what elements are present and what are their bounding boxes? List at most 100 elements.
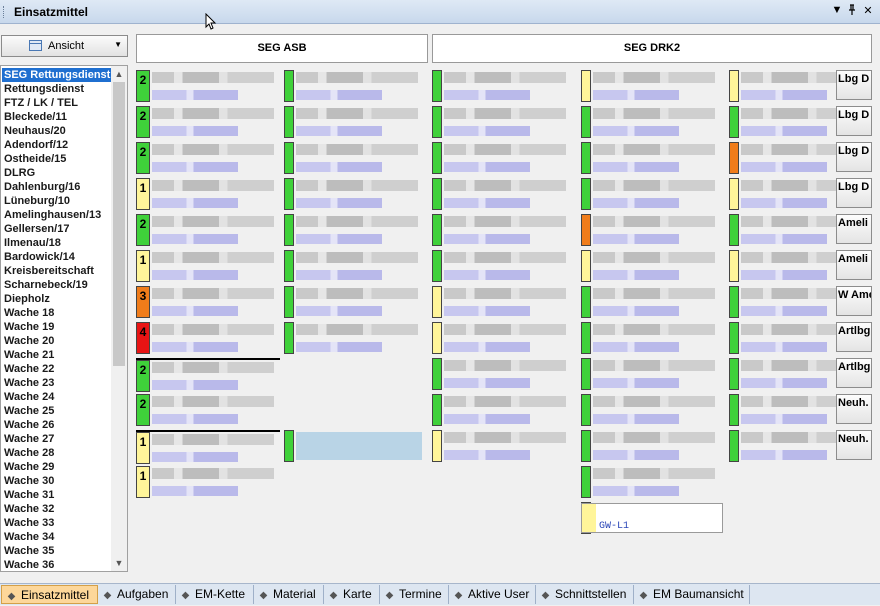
vehicle-side-button[interactable]: Ameli — [836, 214, 872, 244]
station-list-item[interactable]: Wache 30 — [4, 474, 54, 488]
vehicle-card[interactable] — [432, 394, 576, 426]
vehicle-card[interactable] — [581, 322, 725, 354]
station-list-item[interactable]: Kreisbereitschaft — [4, 264, 94, 278]
vehicle-card[interactable] — [284, 214, 428, 246]
tab-material[interactable]: ◆ Material — [254, 585, 324, 604]
vehicle-card[interactable]: 2 — [136, 142, 280, 174]
station-list-item[interactable]: Diepholz — [4, 292, 50, 306]
vehicle-card[interactable]: 1 — [136, 466, 280, 498]
station-list-item[interactable]: Wache 32 — [4, 502, 54, 516]
station-list-item[interactable]: Wache 18 — [4, 306, 54, 320]
vehicle-side-button[interactable]: Artlbg — [836, 322, 872, 352]
tab-schnittstellen[interactable]: ◆ Schnittstellen — [536, 585, 634, 604]
vehicle-side-button[interactable]: W Ame — [836, 286, 872, 316]
tab-einsatzmittel[interactable]: ◆ Einsatzmittel — [1, 585, 98, 604]
vehicle-side-button[interactable]: Ameli — [836, 250, 872, 280]
station-list-item[interactable]: Lüneburg/10 — [4, 194, 70, 208]
tab-aktive-user[interactable]: ◆ Aktive User — [449, 585, 536, 604]
station-list-item[interactable]: Bleckede/11 — [4, 110, 67, 124]
vehicle-card[interactable] — [284, 322, 428, 354]
vehicle-card[interactable]: 4 — [136, 322, 280, 354]
station-list-item[interactable]: FTZ / LK / TEL — [4, 96, 78, 110]
station-list-item[interactable]: Amelinghausen/13 — [4, 208, 101, 222]
vehicle-card[interactable] — [432, 358, 576, 390]
close-icon[interactable]: ✕ — [861, 4, 875, 17]
vehicle-card[interactable]: 2 — [136, 358, 280, 392]
vehicle-card[interactable] — [432, 322, 576, 354]
vehicle-card[interactable] — [432, 178, 576, 210]
scroll-thumb[interactable] — [113, 82, 125, 366]
station-list-item[interactable]: Wache 36 — [4, 558, 54, 571]
station-list-item[interactable]: Wache 34 — [4, 530, 54, 544]
station-list-item[interactable]: DLRG — [4, 166, 35, 180]
vehicle-card[interactable]: 1 — [136, 430, 280, 464]
vehicle-card[interactable] — [284, 286, 428, 318]
vehicle-card[interactable] — [581, 178, 725, 210]
pin-icon[interactable] — [845, 4, 859, 19]
vehicle-card[interactable] — [581, 394, 725, 426]
station-list-item[interactable]: Wache 23 — [4, 376, 54, 390]
tab-em-kette[interactable]: ◆ EM-Kette — [176, 585, 254, 604]
vehicle-card[interactable] — [581, 466, 725, 498]
station-list-item[interactable]: Dahlenburg/16 — [4, 180, 80, 194]
vehicle-card[interactable] — [432, 430, 576, 462]
vehicle-card[interactable] — [432, 142, 576, 174]
group-header-seg-asb[interactable]: SEG ASB — [136, 34, 428, 63]
station-list-item[interactable]: Gellersen/17 — [4, 222, 69, 236]
vehicle-side-button[interactable]: Neuh. — [836, 430, 872, 460]
station-list-item[interactable]: Neuhaus/20 — [4, 124, 66, 138]
scroll-up-icon[interactable]: ▲ — [111, 66, 127, 82]
vehicle-card[interactable]: 2 — [136, 106, 280, 138]
vehicle-card[interactable] — [581, 214, 725, 246]
vehicle-card[interactable] — [432, 250, 576, 282]
vehicle-card[interactable] — [284, 430, 428, 462]
vehicle-card[interactable]: 1 — [136, 250, 280, 282]
dropdown-arrow-icon[interactable]: ▼ — [830, 4, 844, 16]
vehicle-card[interactable] — [284, 70, 428, 102]
station-list-item[interactable]: Wache 29 — [4, 460, 54, 474]
station-list-item[interactable]: Wache 19 — [4, 320, 54, 334]
vehicle-card[interactable] — [284, 106, 428, 138]
station-list-item[interactable]: Wache 28 — [4, 446, 54, 460]
vehicle-card[interactable] — [581, 430, 725, 462]
vehicle-side-button[interactable]: Artlbg — [836, 358, 872, 388]
vehicle-card[interactable] — [432, 106, 576, 138]
vehicle-side-button[interactable]: Lbg D — [836, 106, 872, 136]
tab-aufgaben[interactable]: ◆ Aufgaben — [98, 585, 176, 604]
vehicle-card[interactable] — [432, 286, 576, 318]
vehicle-card[interactable] — [581, 106, 725, 138]
tab-karte[interactable]: ◆ Karte — [324, 585, 380, 604]
station-list-item[interactable]: Wache 31 — [4, 488, 54, 502]
station-list-item[interactable]: Bardowick/14 — [4, 250, 75, 264]
vehicle-card[interactable] — [284, 142, 428, 174]
vehicle-card[interactable] — [581, 142, 725, 174]
station-list-item[interactable]: Wache 25 — [4, 404, 54, 418]
view-dropdown[interactable]: Ansicht ▼ — [1, 35, 128, 57]
station-list-item[interactable]: Adendorf/12 — [4, 138, 68, 152]
vehicle-card[interactable] — [284, 250, 428, 282]
scroll-down-icon[interactable]: ▼ — [111, 555, 127, 571]
vehicle-side-button[interactable]: Lbg D — [836, 70, 872, 100]
station-list-item[interactable]: Wache 24 — [4, 390, 54, 404]
station-list-item[interactable]: Wache 35 — [4, 544, 54, 558]
vehicle-card[interactable] — [432, 70, 576, 102]
station-list-item[interactable]: Ilmenau/18 — [4, 236, 61, 250]
station-list-item[interactable]: Rettungsdienst — [4, 82, 84, 96]
vehicle-card[interactable] — [581, 70, 725, 102]
station-list-scrollbar[interactable]: ▲ ▼ — [111, 66, 127, 571]
station-list-item[interactable]: Wache 20 — [4, 334, 54, 348]
vehicle-side-button[interactable]: Lbg D — [836, 142, 872, 172]
station-list-item[interactable]: SEG Rettungsdienst — [2, 68, 113, 82]
vehicle-card[interactable]: 2 — [136, 214, 280, 246]
vehicle-card-gw-l1[interactable]: GW-L1 — [581, 503, 723, 533]
station-list-item[interactable]: Wache 27 — [4, 432, 54, 446]
vehicle-card[interactable]: 2 — [136, 70, 280, 102]
drag-grip[interactable] — [3, 6, 6, 18]
station-list[interactable]: SEG Rettungsdienst Rettungsdienst FTZ / LK… — [0, 65, 128, 572]
vehicle-card[interactable]: 1 — [136, 178, 280, 210]
vehicle-card[interactable] — [432, 214, 576, 246]
vehicle-card[interactable] — [581, 250, 725, 282]
vehicle-side-button[interactable]: Lbg D — [836, 178, 872, 208]
station-list-item[interactable]: Wache 33 — [4, 516, 54, 530]
group-header-seg-drk2[interactable]: SEG DRK2 — [432, 34, 872, 63]
